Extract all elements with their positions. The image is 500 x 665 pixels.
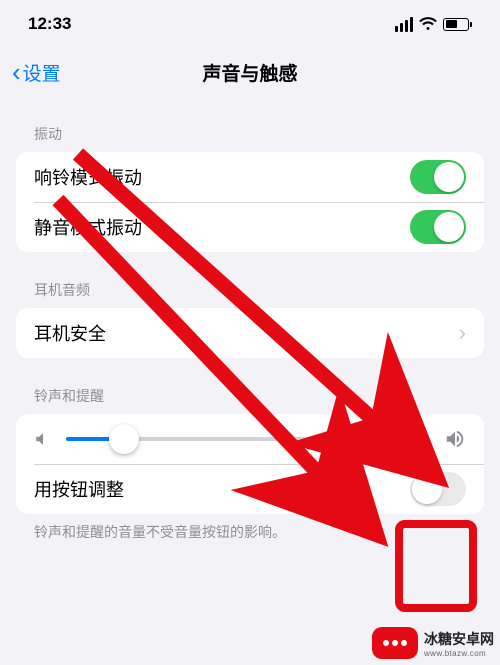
back-button[interactable]: ‹ 设置 (12, 59, 61, 86)
row-headphone-safety[interactable]: 耳机安全 › (16, 308, 484, 358)
group-ringer: 用按钮调整 (16, 414, 484, 514)
cellular-icon (395, 17, 413, 32)
section-header-ringer: 铃声和提醒 (16, 358, 484, 414)
volume-slider[interactable] (66, 437, 430, 441)
row-silent-vibrate[interactable]: 静音模式振动 (16, 202, 484, 252)
row-label: 响铃模式振动 (34, 164, 142, 190)
page-title: 声音与触感 (202, 59, 297, 86)
battery-icon (443, 18, 472, 31)
watermark-name: 冰糖安卓网 (424, 629, 494, 649)
chevron-left-icon: ‹ (12, 59, 21, 85)
section-header-headphone: 耳机音频 (16, 252, 484, 308)
status-time: 12:33 (28, 14, 71, 34)
toggle-silent-vibrate[interactable] (410, 210, 466, 244)
watermark-logo-icon (372, 627, 418, 659)
row-label: 静音模式振动 (34, 214, 142, 240)
row-label: 用按钮调整 (34, 476, 124, 502)
watermark-url: www.btazw.com (424, 649, 486, 658)
toggle-change-with-buttons[interactable] (410, 472, 466, 506)
wifi-icon (419, 17, 437, 31)
row-change-with-buttons[interactable]: 用按钮调整 (16, 464, 484, 514)
toggle-ring-vibrate[interactable] (410, 160, 466, 194)
group-headphone: 耳机安全 › (16, 308, 484, 358)
back-label: 设置 (23, 59, 61, 86)
footer-note: 铃声和提醒的音量不受音量按钮的影响。 (16, 514, 484, 550)
row-volume-slider[interactable] (16, 414, 484, 464)
volume-low-icon (34, 430, 52, 448)
status-bar: 12:33 (0, 0, 500, 48)
status-icons (395, 17, 472, 32)
group-vibrate: 响铃模式振动 静音模式振动 (16, 152, 484, 252)
row-ring-vibrate[interactable]: 响铃模式振动 (16, 152, 484, 202)
volume-high-icon (444, 428, 466, 450)
row-label: 耳机安全 (34, 320, 106, 346)
section-header-vibrate: 振动 (16, 96, 484, 152)
watermark: 冰糖安卓网 www.btazw.com (372, 627, 494, 659)
chevron-right-icon: › (459, 320, 466, 346)
nav-bar: ‹ 设置 声音与触感 (0, 48, 500, 96)
